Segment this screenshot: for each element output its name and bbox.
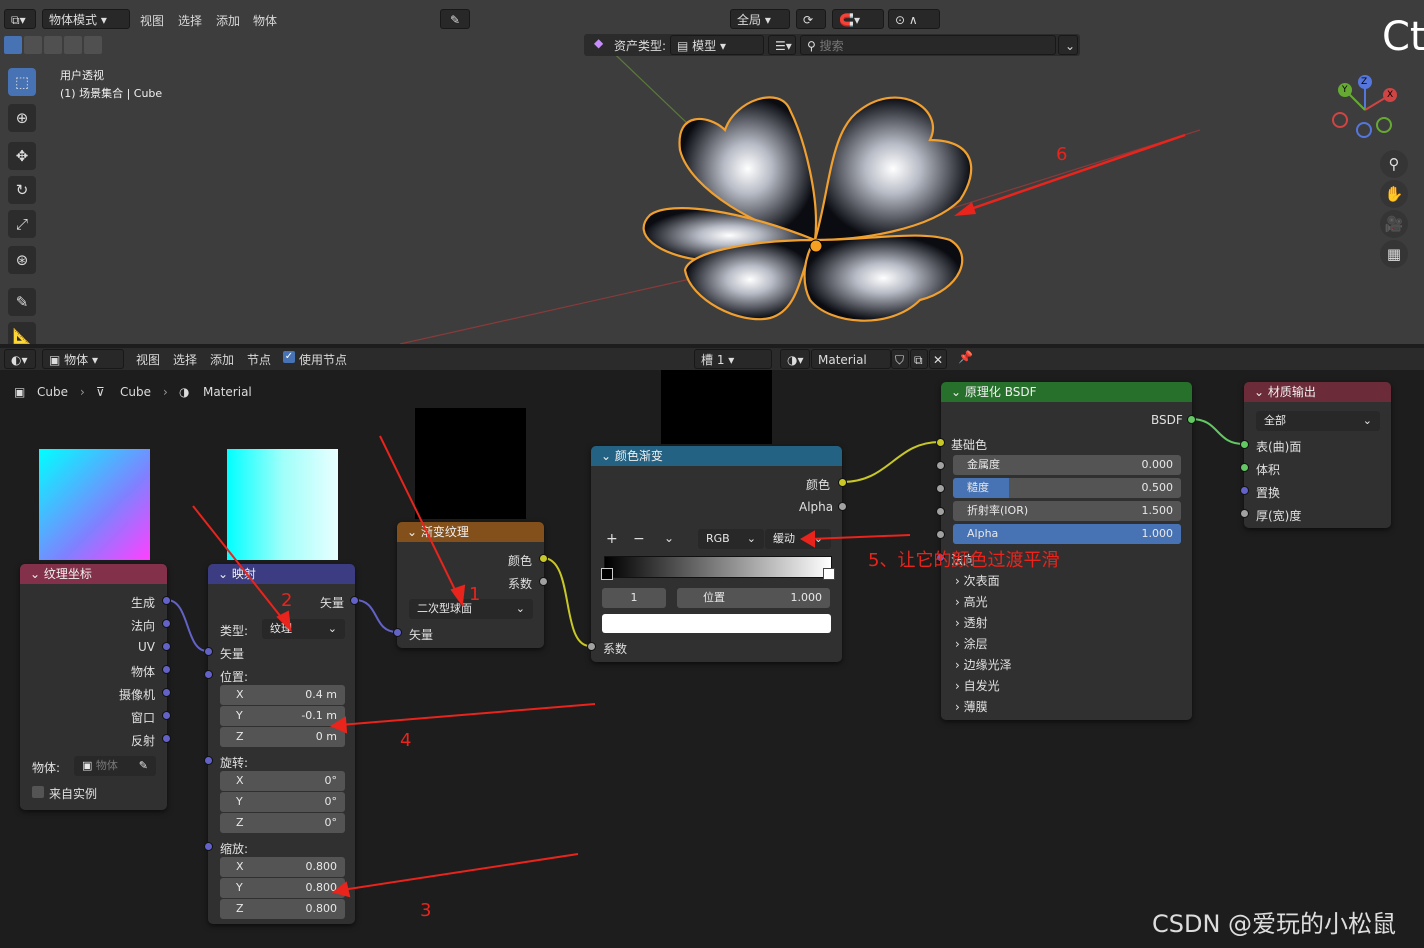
gizmo-y-label: Y xyxy=(1342,85,1348,95)
menu-select[interactable]: 选择 xyxy=(178,12,202,29)
shader-node-editor[interactable]: ◐▾ ▣ 物体 ▾ 视图 选择 添加 节点 ✓ 使用节点 槽 1 ▾ ◑▾ Ma… xyxy=(0,344,1424,948)
asset-bar: ◆ 资产类型: ▤ 模型 ▾ ☰▾ ⚲ 搜索 ⌄ xyxy=(584,34,1080,56)
mode-dropdown[interactable]: 物体模式 ▾ xyxy=(42,9,130,29)
watermark: CSDN @爱玩的小松鼠 xyxy=(1152,910,1397,938)
flower-object xyxy=(642,96,973,322)
select-subtract-icon[interactable] xyxy=(44,36,62,54)
rotate-tool-icon[interactable]: ↻ xyxy=(8,176,36,204)
annotation-arrows xyxy=(192,435,911,898)
gizmo-z-label: Z xyxy=(1361,77,1368,87)
pivot-icon[interactable]: ⟳ xyxy=(796,9,826,29)
annotation-3: 3 xyxy=(420,900,432,921)
perspective-grid-icon[interactable]: ▦ xyxy=(1380,240,1408,268)
annotation-1: 1 xyxy=(469,584,481,605)
gizmo-x-label: X xyxy=(1387,90,1394,100)
scale-tool-icon[interactable]: ⤢ xyxy=(8,210,36,238)
measure-tool-icon[interactable]: 📐 xyxy=(8,322,36,344)
transform-orientation-dropdown[interactable]: 全局 ▾ xyxy=(730,9,790,29)
annotation-arrow-6 xyxy=(954,133,1186,216)
transform-tool-icon[interactable]: ⊛ xyxy=(8,246,36,274)
select-new-icon[interactable] xyxy=(4,36,22,54)
asset-search-input[interactable]: ⚲ 搜索 xyxy=(800,35,1056,55)
annotation-5: 5、让它的颜色过渡平滑 xyxy=(868,550,1060,571)
selection-mode-buttons xyxy=(4,36,104,56)
camera-view-icon[interactable]: 🎥 xyxy=(1380,210,1408,238)
asset-filter-icon[interactable]: ☰▾ xyxy=(768,35,796,55)
viewport-header: ⧉▾ 物体模式 ▾ 视图 选择 添加 物体 ✎ 全局 ▾ ⟳ 🧲▾ ⊙ ∧ Ct xyxy=(0,6,1424,60)
object-origin xyxy=(809,239,823,253)
asset-cube-icon: ◆ xyxy=(594,36,604,50)
3d-viewport[interactable]: ⧉▾ 物体模式 ▾ 视图 选择 添加 物体 ✎ 全局 ▾ ⟳ 🧲▾ ⊙ ∧ Ct… xyxy=(0,0,1424,344)
select-tool-icon[interactable]: ⬚ xyxy=(8,68,36,96)
menu-add[interactable]: 添加 xyxy=(216,12,240,29)
move-tool-icon[interactable]: ✥ xyxy=(8,142,36,170)
select-intersect-icon[interactable] xyxy=(84,36,102,54)
view-name: 用户透视 xyxy=(60,69,104,82)
proportional-edit-icon[interactable]: ⊙ ∧ xyxy=(888,9,940,29)
asset-options-icon[interactable]: ⌄ xyxy=(1058,35,1078,55)
menu-view[interactable]: 视图 xyxy=(140,12,164,29)
zoom-icon[interactable]: ⚲ xyxy=(1380,150,1408,178)
menu-object[interactable]: 物体 xyxy=(253,12,277,29)
mode-label: 物体模式 xyxy=(49,13,98,27)
asset-type-label: 资产类型: xyxy=(614,39,667,53)
eyedropper-button[interactable]: ✎ xyxy=(440,9,470,29)
annotate-tool-icon[interactable]: ✎ xyxy=(8,288,36,316)
orientation-label: 全局 xyxy=(737,13,762,27)
annotation-4: 4 xyxy=(400,730,412,751)
select-extend-icon[interactable] xyxy=(24,36,42,54)
collection-label: (1) 场景集合 | Cube xyxy=(60,87,163,100)
ct-overlay-text: Ct xyxy=(1382,14,1424,60)
asset-type-dropdown[interactable]: ▤ 模型 ▾ xyxy=(670,35,764,55)
pan-hand-icon[interactable]: ✋ xyxy=(1380,180,1408,208)
editor-type-button[interactable]: ⧉▾ xyxy=(4,9,36,29)
select-invert-icon[interactable] xyxy=(64,36,82,54)
snap-icon[interactable]: 🧲▾ xyxy=(832,9,884,29)
asset-search-placeholder: 搜索 xyxy=(819,39,844,53)
annotation-2: 2 xyxy=(281,590,293,611)
cursor-tool-icon[interactable]: ⊕ xyxy=(8,104,36,132)
tool-shelf: ⬚ ⊕ ✥ ↻ ⤢ ⊛ ✎ 📐 xyxy=(6,66,40,344)
asset-type-value: 模型 xyxy=(692,39,717,53)
